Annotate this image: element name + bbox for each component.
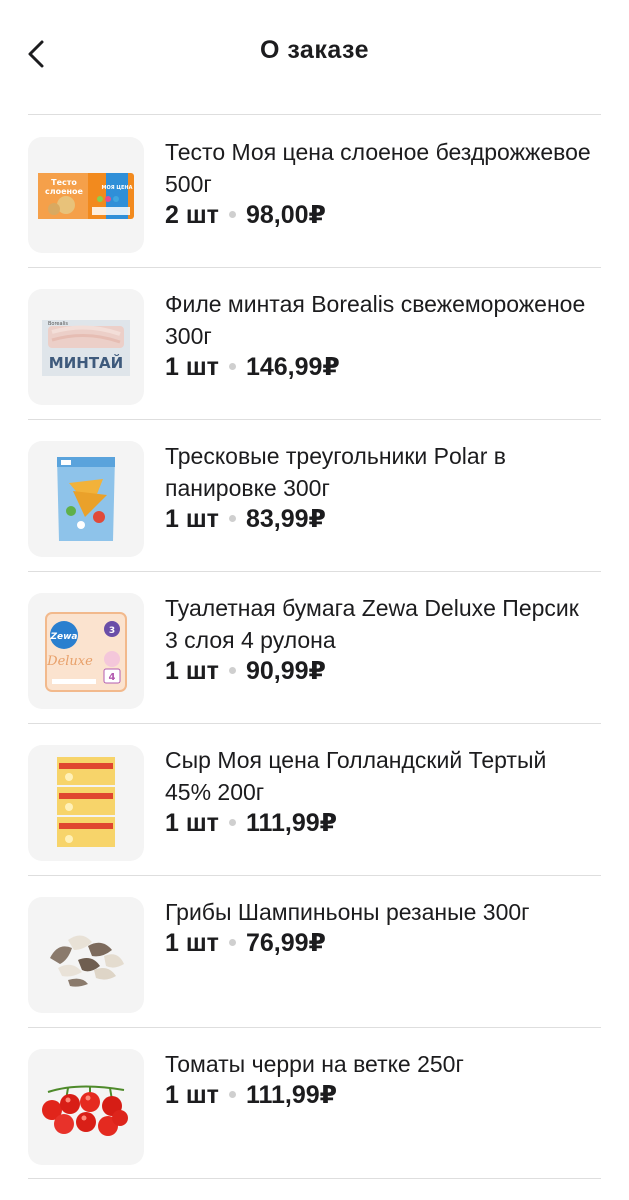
- product-image: [28, 745, 144, 861]
- separator-dot: [228, 1090, 236, 1098]
- product-qty-price: 2 шт 98,00₽: [165, 200, 326, 230]
- product-image: [28, 897, 144, 1013]
- sliced-mushrooms-image: [50, 935, 124, 987]
- cherry-tomatoes-image: [42, 1085, 128, 1136]
- separator-dot: [228, 514, 236, 522]
- toilet-paper-package-image: Zewa 3 Deluxe 4: [45, 612, 127, 692]
- separator-dot: [228, 818, 236, 826]
- product-qty-price: 1 шт 111,99₽: [165, 808, 337, 838]
- product-name: Тресковые треугольники Polar в панировке…: [165, 443, 506, 501]
- product-price: 146,99₽: [245, 353, 340, 381]
- product-price: 83,99₽: [245, 505, 326, 533]
- product-price: 98,00₽: [245, 201, 326, 229]
- product-image: Zewa 3 Deluxe 4: [28, 593, 144, 709]
- separator-dot: [228, 362, 236, 370]
- svg-text:Zewa: Zewa: [49, 632, 77, 642]
- product-name: Туалетная бумага Zewa Deluxe Персик 3 сл…: [165, 595, 579, 653]
- separator-dot: [228, 938, 236, 946]
- product-name: Томаты черри на ветке 250г: [165, 1051, 464, 1077]
- svg-text:слоеное: слоеное: [45, 187, 84, 196]
- product-image: Borealis МИНТАЙ: [28, 289, 144, 405]
- product-name: Тесто Моя цена слоеное бездрожжевое 500г: [165, 139, 591, 197]
- list-item[interactable]: Тесто слоеное МОЯ ЦЕНА Тесто Моя цена сл…: [0, 116, 629, 268]
- product-qty-price: 1 шт 111,99₽: [165, 1080, 337, 1110]
- product-qty-price: 1 шт 76,99₽: [165, 928, 326, 958]
- list-item[interactable]: Zewa 3 Deluxe 4 Туалетная бумага Zewa De…: [0, 572, 629, 724]
- svg-text:Borealis: Borealis: [48, 321, 68, 327]
- product-qty-price: 1 шт 146,99₽: [165, 352, 340, 382]
- svg-text:Тесто: Тесто: [51, 178, 77, 187]
- product-price: 111,99₽: [245, 809, 338, 837]
- grated-cheese-package-image: [57, 757, 115, 847]
- svg-text:МИНТАЙ: МИНТАЙ: [49, 353, 123, 372]
- svg-text:4: 4: [109, 672, 116, 683]
- product-quantity: 1 шт: [165, 929, 219, 957]
- product-name: Филе минтая Borealis свежемороженое 300г: [165, 291, 586, 349]
- cod-triangles-package-image: [57, 457, 115, 541]
- product-price: 90,99₽: [245, 657, 326, 685]
- product-name: Грибы Шампиньоны резаные 300г: [165, 899, 530, 925]
- product-qty-price: 1 шт 83,99₽: [165, 504, 326, 534]
- product-quantity: 1 шт: [165, 1081, 219, 1109]
- list-item[interactable]: Томаты черри на ветке 250г 1 шт 111,99₽: [0, 1028, 629, 1180]
- product-price: 111,99₽: [245, 1081, 338, 1109]
- product-image: [28, 441, 144, 557]
- product-quantity: 2 шт: [165, 201, 219, 229]
- divider: [28, 114, 601, 115]
- divider: [28, 1178, 601, 1179]
- product-price: 76,99₽: [245, 929, 326, 957]
- product-quantity: 1 шт: [165, 505, 219, 533]
- pollock-fillet-package-image: Borealis МИНТАЙ: [42, 320, 130, 376]
- product-quantity: 1 шт: [165, 809, 219, 837]
- list-item[interactable]: Тресковые треугольники Polar в панировке…: [0, 420, 629, 572]
- svg-text:Deluxe: Deluxe: [46, 654, 93, 669]
- list-item[interactable]: Грибы Шампиньоны резаные 300г 1 шт 76,99₽: [0, 876, 629, 1028]
- list-item[interactable]: Сыр Моя цена Голландский Тертый 45% 200г…: [0, 724, 629, 876]
- svg-text:3: 3: [109, 626, 115, 636]
- separator-dot: [228, 666, 236, 674]
- product-qty-price: 1 шт 90,99₽: [165, 656, 326, 686]
- product-quantity: 1 шт: [165, 657, 219, 685]
- page-title: О заказе: [259, 36, 370, 64]
- header: О заказе: [0, 0, 629, 100]
- list-item[interactable]: Borealis МИНТАЙ Филе минтая Borealis све…: [0, 268, 629, 420]
- product-image: [28, 1049, 144, 1165]
- puff-pastry-package-image: Тесто слоеное МОЯ ЦЕНА: [38, 173, 134, 219]
- svg-text:МОЯ ЦЕНА: МОЯ ЦЕНА: [102, 185, 133, 191]
- product-quantity: 1 шт: [165, 353, 219, 381]
- product-name: Сыр Моя цена Голландский Тертый 45% 200г: [165, 747, 547, 805]
- separator-dot: [228, 210, 236, 218]
- product-image: Тесто слоеное МОЯ ЦЕНА: [28, 137, 144, 253]
